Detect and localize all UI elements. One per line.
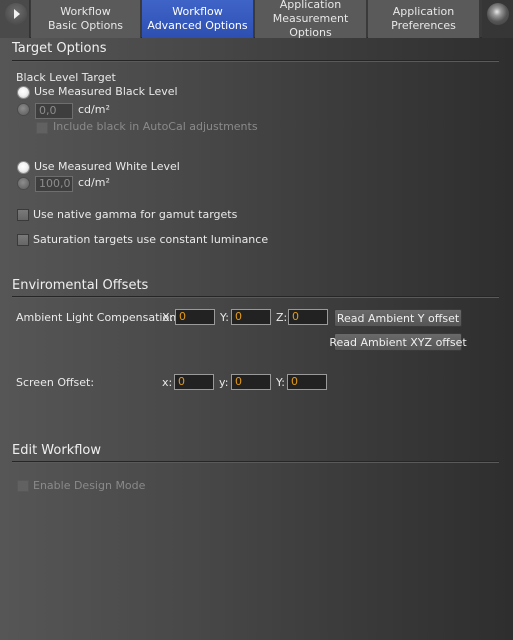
radio-use-measured-white[interactable]: [18, 162, 29, 173]
section-title-edit-workflow: Edit Workflow: [12, 443, 102, 458]
ambient-y-input[interactable]: 0: [231, 309, 271, 325]
ambient-light-label: Ambient Light Compensation: [16, 311, 177, 324]
tab-application-preferences[interactable]: Application Preferences: [368, 0, 480, 38]
screen-luminance-label: Y:: [276, 376, 285, 389]
screen-x-label: x:: [162, 376, 173, 389]
ambient-y-label: Y:: [220, 311, 229, 324]
tab-label-line1: Workflow: [172, 5, 223, 18]
black-unit-label: cd/m²: [78, 103, 110, 116]
radio-use-measured-black[interactable]: [18, 87, 29, 98]
tab-label-line1: Application: [392, 5, 455, 18]
section-divider: [12, 296, 499, 298]
screen-y-input[interactable]: 0: [231, 374, 271, 390]
saturation-luminance-label[interactable]: Saturation targets use constant luminanc…: [33, 233, 268, 246]
saturation-luminance-checkbox[interactable]: [17, 234, 29, 246]
radio-custom-black[interactable]: [18, 104, 29, 115]
ambient-x-input[interactable]: 0: [175, 309, 215, 325]
section-divider: [12, 60, 499, 62]
radio-custom-white[interactable]: [18, 178, 29, 189]
screen-luminance-input[interactable]: 0: [287, 374, 327, 390]
tab-label-line1: Application: [279, 0, 342, 11]
tab-label-line2: Advanced Options: [147, 19, 248, 32]
use-measured-white-label[interactable]: Use Measured White Level: [34, 160, 180, 173]
tab-workflow-advanced-options[interactable]: Workflow Advanced Options: [142, 0, 254, 38]
tab-label-line2: Basic Options: [47, 19, 124, 32]
native-gamma-label[interactable]: Use native gamma for gamut targets: [33, 208, 237, 221]
black-level-input[interactable]: 0,0: [35, 103, 73, 119]
play-arrow-icon[interactable]: [5, 3, 27, 25]
screen-y-label: y:: [219, 376, 229, 389]
black-level-target-label: Black Level Target: [16, 71, 116, 84]
tab-workflow-basic-options[interactable]: Workflow Basic Options: [31, 0, 141, 38]
read-ambient-xyz-button[interactable]: Read Ambient XYZ offset: [329, 333, 467, 351]
tab-label-line1: Workflow: [60, 5, 111, 18]
white-unit-label: cd/m²: [78, 176, 110, 189]
include-black-label: Include black in AutoCal adjustments: [53, 120, 258, 133]
ambient-x-label: X:: [162, 311, 174, 324]
ambient-z-label: Z:: [276, 311, 288, 324]
pushpin-icon[interactable]: [487, 3, 509, 25]
tab-bar: Workflow Basic Options Workflow Advanced…: [0, 0, 513, 39]
read-ambient-y-button[interactable]: Read Ambient Y offset: [334, 309, 462, 327]
include-black-checkbox[interactable]: [36, 122, 48, 134]
tab-label-line2: Measurement Options: [272, 12, 349, 39]
native-gamma-checkbox[interactable]: [17, 209, 29, 221]
ambient-z-input[interactable]: 0: [288, 309, 328, 325]
screen-offset-label: Screen Offset:: [16, 376, 95, 389]
enable-design-mode-label: Enable Design Mode: [33, 479, 146, 492]
tab-application-measurement-options[interactable]: Application Measurement Options: [255, 0, 367, 39]
enable-design-mode-checkbox[interactable]: [17, 480, 29, 492]
use-measured-black-label[interactable]: Use Measured Black Level: [34, 85, 178, 98]
section-title-environmental-offsets: Enviromental Offsets: [12, 278, 149, 293]
section-divider: [12, 461, 499, 463]
tab-label-line2: Preferences: [391, 19, 456, 32]
screen-x-input[interactable]: 0: [174, 374, 214, 390]
white-level-input[interactable]: 100,0: [35, 176, 73, 192]
section-title-target-options: Target Options: [12, 41, 107, 56]
